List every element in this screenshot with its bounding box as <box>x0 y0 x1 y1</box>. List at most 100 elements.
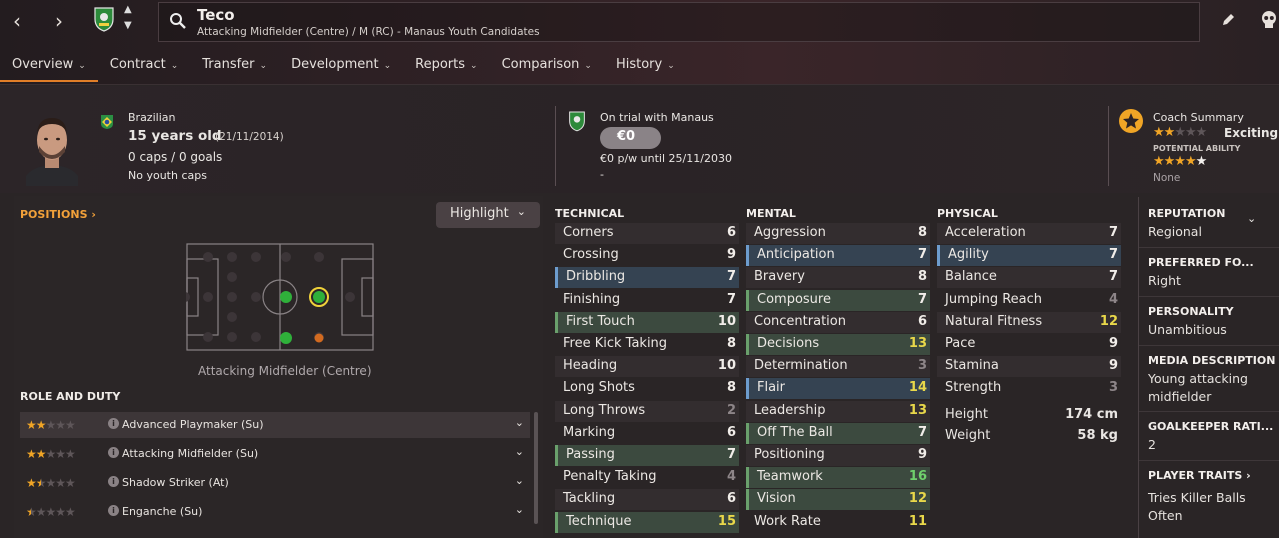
attribute-value: 8 <box>917 225 927 240</box>
attribute-row[interactable]: Bravery 8 <box>746 267 930 289</box>
attribute-row[interactable]: Pace 9 <box>937 334 1121 355</box>
attribute-row[interactable]: Jumping Reach 4 <box>937 290 1121 311</box>
club-crest-icon[interactable] <box>93 6 115 32</box>
attribute-value: 4 <box>726 469 736 485</box>
role-row[interactable]: ★★★★★ i Enganche (Su) ⌄ <box>20 499 530 525</box>
attribute-row[interactable]: Determination 3 <box>746 356 930 378</box>
attribute-value: 10 <box>717 358 736 374</box>
role-row[interactable]: ★★★★★ i Advanced Playmaker (Su) ⌄ <box>20 412 530 438</box>
role-label: Enganche (Su) <box>122 505 203 518</box>
edit-pencil-icon[interactable] <box>1220 12 1236 28</box>
chevron-down-icon[interactable]: ⌄ <box>515 474 524 487</box>
tab-contract[interactable]: Contract ⌄ <box>98 54 190 82</box>
attribute-row[interactable]: Vision 12 <box>746 489 930 511</box>
attribute-name: Marking <box>563 424 616 440</box>
positions-header[interactable]: POSITIONS › <box>20 208 96 221</box>
attribute-row[interactable]: Strength 3 <box>937 378 1121 399</box>
attribute-value: 2 <box>726 402 736 418</box>
attribute-row[interactable]: Penalty Taking 4 <box>555 467 739 488</box>
info-icon[interactable]: i <box>108 476 119 487</box>
attribute-row[interactable]: Balance 7 <box>937 267 1121 289</box>
attribute-row[interactable]: Tackling 6 <box>555 489 739 511</box>
attribute-name: Leadership <box>754 402 826 418</box>
attribute-value: 7 <box>1108 247 1118 263</box>
attribute-row[interactable]: Anticipation 7 <box>746 245 930 267</box>
attribute-row[interactable]: Leadership 13 <box>746 400 930 422</box>
attribute-row[interactable]: Long Throws 2 <box>555 400 739 422</box>
role-stars: ★★★★★ <box>26 447 76 461</box>
attribute-name: Technique <box>566 513 632 529</box>
divider <box>1139 460 1279 461</box>
attribute-row[interactable]: First Touch 10 <box>555 311 739 333</box>
info-icon[interactable]: i <box>108 447 119 458</box>
attribute-row[interactable]: Acceleration 7 <box>937 223 1121 244</box>
player-search-bar[interactable]: Teco Attacking Midfielder (Centre) / M (… <box>158 2 1200 42</box>
highlight-dropdown[interactable]: Highlight ⌄ <box>436 202 540 228</box>
attribute-row[interactable]: Dribbling 7 <box>555 267 739 289</box>
attribute-row[interactable]: Marking 6 <box>555 423 739 444</box>
forward-arrow-icon[interactable]: › <box>48 10 70 32</box>
attribute-row[interactable]: Finishing 7 <box>555 290 739 311</box>
player-subtitle: Attacking Midfielder (Centre) / M (RC) -… <box>197 26 540 38</box>
role-row[interactable]: ★★★★★ i Attacking Midfielder (Su) ⌄ <box>20 441 530 467</box>
attribute-row[interactable]: Teamwork 16 <box>746 467 930 489</box>
roles-scrollbar[interactable] <box>534 412 538 524</box>
media-description-line2: midfielder <box>1148 389 1212 404</box>
attribute-row[interactable]: Passing 7 <box>555 445 739 466</box>
attribute-row[interactable]: Composure 7 <box>746 289 930 311</box>
attribute-row[interactable]: Off The Ball 7 <box>746 422 930 444</box>
role-label: Attacking Midfielder (Su) <box>122 447 259 460</box>
chevron-down-icon[interactable]: ⌄ <box>1247 212 1256 225</box>
attribute-row[interactable]: Technique 15 <box>555 511 739 533</box>
chevron-up-icon[interactable]: ▲ <box>124 4 132 15</box>
role-stars: ★★★★★ <box>26 476 76 490</box>
date-of-birth: (21/11/2014) <box>215 131 284 143</box>
attribute-row[interactable]: Heading 10 <box>555 356 739 378</box>
chevron-down-icon: ⌄ <box>584 61 592 71</box>
skull-icon[interactable] <box>1260 10 1278 30</box>
attribute-row[interactable]: Natural Fitness 12 <box>937 311 1121 333</box>
tab-development[interactable]: Development ⌄ <box>279 54 403 82</box>
attribute-row[interactable]: Corners 6 <box>555 223 739 244</box>
divider <box>1139 247 1279 248</box>
attribute-row[interactable]: Long Shots 8 <box>555 378 739 399</box>
attribute-value: 6 <box>726 424 736 440</box>
tab-history[interactable]: History ⌄ <box>604 54 687 82</box>
chevron-down-icon: ⌄ <box>667 61 675 71</box>
attribute-name: First Touch <box>566 313 635 329</box>
attribute-row[interactable]: Flair 14 <box>746 378 930 400</box>
player-name: Teco <box>197 6 235 24</box>
attribute-row[interactable]: Positioning 9 <box>746 445 930 466</box>
player-traits-header[interactable]: PLAYER TRAITS › <box>1148 469 1251 482</box>
role-duty-header: ROLE AND DUTY <box>20 390 121 403</box>
attribute-row[interactable]: Work Rate 11 <box>746 512 930 533</box>
player-value-pill[interactable]: €0 <box>600 127 661 149</box>
chevron-down-icon[interactable]: ▼ <box>124 20 132 31</box>
tab-transfer[interactable]: Transfer ⌄ <box>190 54 279 82</box>
attribute-row[interactable]: Decisions 13 <box>746 334 930 355</box>
attribute-row[interactable]: Aggression 8 <box>746 223 930 244</box>
chevron-right-icon: › <box>1246 469 1251 482</box>
attribute-row[interactable]: Free Kick Taking 8 <box>555 334 739 355</box>
attribute-row[interactable]: Crossing 9 <box>555 245 739 266</box>
attribute-row[interactable]: Agility 7 <box>937 245 1121 267</box>
tab-comparison[interactable]: Comparison ⌄ <box>490 54 604 82</box>
chevron-down-icon[interactable]: ⌄ <box>515 503 524 516</box>
attribute-row[interactable]: Concentration 6 <box>746 311 930 333</box>
brazil-flag-icon <box>101 115 113 129</box>
tab-overview[interactable]: Overview ⌄ <box>0 54 98 82</box>
chevron-down-icon[interactable]: ⌄ <box>515 445 524 458</box>
info-icon[interactable]: i <box>108 505 119 516</box>
role-row[interactable]: ★★★★★ i Shadow Striker (At) ⌄ <box>20 470 530 496</box>
info-icon[interactable]: i <box>108 418 119 429</box>
attribute-name: Penalty Taking <box>563 469 657 485</box>
position-marker <box>280 332 292 344</box>
chevron-down-icon[interactable]: ⌄ <box>515 416 524 429</box>
attribute-name: Positioning <box>754 447 825 462</box>
attribute-value: 13 <box>908 402 927 418</box>
back-arrow-icon[interactable]: ‹ <box>6 10 28 32</box>
personality-value: Unambitious <box>1148 322 1227 337</box>
tab-reports[interactable]: Reports ⌄ <box>403 54 489 82</box>
goalkeeper-rating-header: GOALKEEPER RATI... <box>1148 420 1274 433</box>
attribute-row[interactable]: Stamina 9 <box>937 356 1121 378</box>
